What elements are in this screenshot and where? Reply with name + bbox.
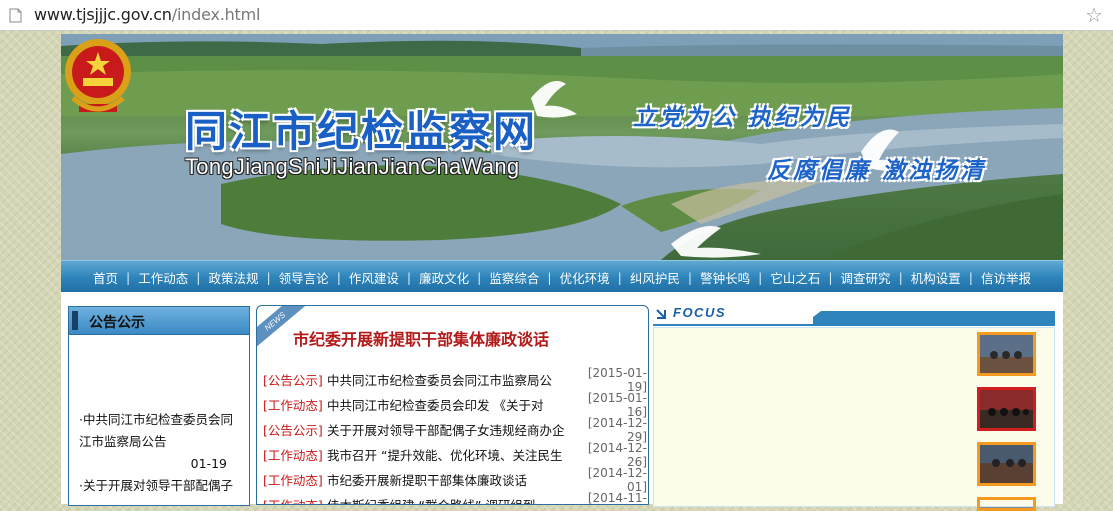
nav-item-home[interactable]: 首页 <box>88 268 123 287</box>
news-row[interactable]: [公告公示] 中共同江市纪检查委员会同江市监察局公 [2015-01-19] <box>263 365 647 394</box>
page-icon <box>9 8 22 23</box>
news-date: [2014-12-01] <box>587 465 647 494</box>
announcements-title[interactable]: 公告公示 <box>89 312 145 332</box>
news-date: [2014-12-29] <box>587 415 647 444</box>
nav-item-conduct[interactable]: 作风建设 <box>344 268 404 287</box>
news-category[interactable]: [工作动态] <box>263 395 327 414</box>
address-bar[interactable]: www.tjsjjjc.gov.cn/index.html ☆ <box>0 0 1113 31</box>
focus-panel: FOCUS <box>653 305 1055 511</box>
url-path: /index.html <box>171 5 261 24</box>
meeting-photo-icon <box>980 445 1033 483</box>
nav-separator: | <box>547 269 552 285</box>
news-title[interactable]: 佳木斯纪委组建 “群众路线” 调研组到 <box>327 495 573 504</box>
focus-thumbnail[interactable] <box>977 442 1036 486</box>
nav-item-work-news[interactable]: 工作动态 <box>133 268 193 287</box>
bookmark-star-icon[interactable]: ☆ <box>1085 3 1103 27</box>
nav-separator: | <box>266 269 271 285</box>
nav-item-policy[interactable]: 政策法规 <box>203 268 263 287</box>
news-title[interactable]: 市纪委开展新提职干部集体廉政谈话 <box>327 470 573 489</box>
announcement-item[interactable]: ·关于开展对领导干部配偶子 <box>79 475 241 497</box>
news-title[interactable]: 中共同江市纪检查委员会印发 《关于对 <box>327 395 573 414</box>
news-row[interactable]: [工作动态] 佳木斯纪委组建 “群众路线” 调研组到 [2014-11-27] <box>263 490 647 505</box>
main-content: 公告公示 ·中共同江市纪检查委员会同江市监察局公告 01-19 ·关于开展对领导… <box>61 292 1063 511</box>
nav-item-leader-speech[interactable]: 领导言论 <box>274 268 334 287</box>
focus-thumbnail[interactable] <box>977 497 1036 511</box>
nav-item-organization[interactable]: 机构设置 <box>906 268 966 287</box>
news-list: [公告公示] 中共同江市纪检查委员会同江市监察局公 [2015-01-19] [… <box>263 365 647 505</box>
focus-thumbnail-active[interactable] <box>977 387 1036 431</box>
news-category[interactable]: [工作动态] <box>263 445 327 464</box>
news-row[interactable]: [工作动态] 我市召开 “提升效能、优化环境、关注民生 [2014-12-26] <box>263 440 647 469</box>
news-date: [2015-01-16] <box>587 390 647 419</box>
nav-separator: | <box>898 269 903 285</box>
announcement-date: 01-19 <box>190 456 227 471</box>
nav-item-supervision[interactable]: 监察综合 <box>484 268 544 287</box>
site-title: 同江市纪检监察网 <box>185 107 538 156</box>
slogan-1: 立党为公 执纪为民 <box>633 104 853 131</box>
slogan-2: 反腐倡廉 激浊扬清 <box>767 157 987 184</box>
nav-item-environment[interactable]: 优化环境 <box>555 268 615 287</box>
news-date: [2014-11-27] <box>587 490 647 505</box>
news-title[interactable]: 我市召开 “提升效能、优化环境、关注民生 <box>327 445 573 464</box>
nav-item-integrity-culture[interactable]: 廉政文化 <box>414 268 474 287</box>
nav-separator: | <box>125 269 131 285</box>
meeting-photo-icon <box>980 335 1033 373</box>
news-row[interactable]: [公告公示] 关于开展对领导干部配偶子女违规经商办企 [2014-12-29] <box>263 415 647 444</box>
news-category[interactable]: [工作动态] <box>263 470 327 489</box>
page-container: 同江市纪检监察网 TongJiangShiJiJianJianChaWang 立… <box>61 34 1063 511</box>
nav-separator: | <box>687 269 693 285</box>
nav-item-petition[interactable]: 信访举报 <box>976 268 1036 287</box>
nav-separator: | <box>968 269 974 285</box>
nav-separator: | <box>336 269 341 285</box>
news-panel: NEWS 市纪委开展新提职干部集体廉政谈话 [公告公示] 中共同江市纪检查委员会… <box>256 305 649 505</box>
news-category[interactable]: [公告公示] <box>263 370 327 389</box>
nav-separator: | <box>406 269 412 285</box>
national-emblem-icon <box>65 39 131 112</box>
news-date: [2015-01-19] <box>587 365 647 394</box>
nav-separator: | <box>477 269 482 285</box>
announcements-panel: 公告公示 ·中共同江市纪检查委员会同江市监察局公告 01-19 ·关于开展对领导… <box>68 306 250 506</box>
news-title[interactable]: 中共同江市纪检查委员会同江市监察局公 <box>327 370 573 389</box>
news-category[interactable]: [工作动态] <box>263 495 327 504</box>
url-host: www.tjsjjjc.gov.cn <box>34 5 172 24</box>
focus-label: FOCUS <box>673 305 726 320</box>
meeting-photo-icon <box>980 390 1033 428</box>
site-pinyin: TongJiangShiJiJianJianChaWang <box>185 154 520 179</box>
announcements-list: ·中共同江市纪检查委员会同江市监察局公告 01-19 ·关于开展对领导干部配偶子 <box>69 335 249 497</box>
news-date: [2014-12-26] <box>587 440 647 469</box>
announcements-header: 公告公示 <box>69 307 249 335</box>
news-row[interactable]: [工作动态] 市纪委开展新提职干部集体廉政谈话 [2014-12-01] <box>263 465 647 494</box>
focus-slideshow[interactable] <box>653 327 1055 511</box>
nav-separator: | <box>758 269 763 285</box>
news-category[interactable]: [公告公示] <box>263 420 327 439</box>
nav-item-protect-people[interactable]: 纠风护民 <box>625 268 685 287</box>
nav-item-research[interactable]: 调查研究 <box>836 268 896 287</box>
meeting-photo-icon <box>980 507 1033 508</box>
url-text[interactable]: www.tjsjjjc.gov.cn/index.html <box>34 5 260 24</box>
main-nav: 首页 | 工作动态 | 政策法规 | 领导言论 | 作风建设 | 廉政文化 | … <box>61 260 1063 293</box>
nav-separator: | <box>617 269 622 285</box>
site-banner: 同江市纪检监察网 TongJiangShiJiJianJianChaWang 立… <box>61 34 1063 260</box>
header-marker <box>72 311 78 330</box>
focus-thumbnail[interactable] <box>977 332 1036 376</box>
news-headline[interactable]: 市纪委开展新提职干部集体廉政谈话 <box>293 326 549 350</box>
nav-separator: | <box>828 269 833 285</box>
nav-item-other-stones[interactable]: 它山之石 <box>765 268 825 287</box>
announcement-item[interactable]: ·中共同江市纪检查委员会同江市监察局公告 <box>79 409 241 453</box>
news-title[interactable]: 关于开展对领导干部配偶子女违规经商办企 <box>327 420 573 439</box>
nav-separator: | <box>196 269 201 285</box>
news-row[interactable]: [工作动态] 中共同江市纪检查委员会印发 《关于对 [2015-01-16] <box>263 390 647 419</box>
nav-item-warning[interactable]: 警钟长鸣 <box>695 268 755 287</box>
